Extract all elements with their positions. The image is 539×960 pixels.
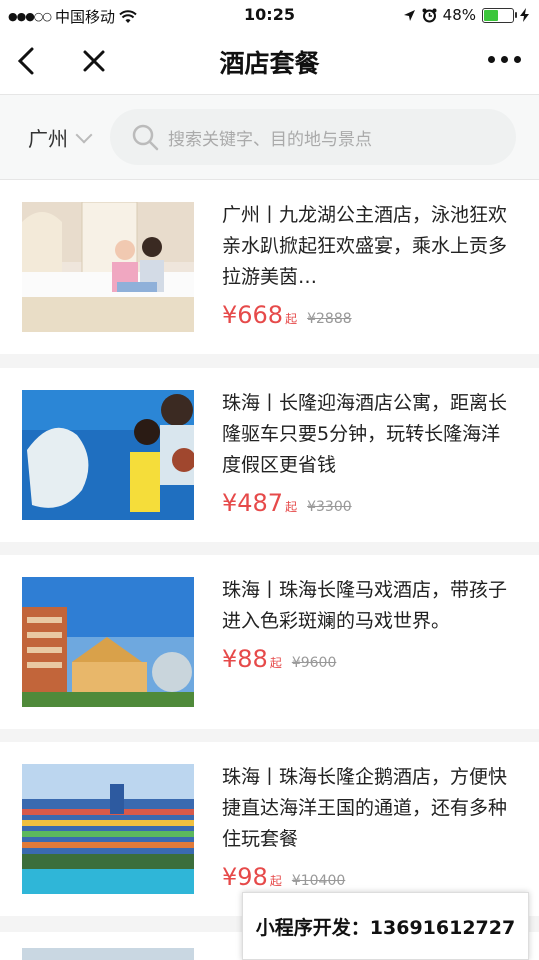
search-placeholder: 搜索关键字、目的地与景点 xyxy=(168,129,372,150)
battery-percent: 48% xyxy=(442,6,476,24)
circus-hotel-photo xyxy=(22,577,194,707)
watermark-banner: 小程序开发：13691612727 xyxy=(242,892,529,960)
more-options-icon[interactable] xyxy=(488,56,521,63)
aquarium-photo xyxy=(22,390,194,520)
city-selector[interactable]: 广州 xyxy=(28,123,93,152)
item-original-price: ¥10400 xyxy=(291,873,346,889)
item-original-price: ¥3300 xyxy=(307,499,352,515)
battery-level-fill xyxy=(484,9,499,21)
chevron-down-icon xyxy=(75,126,93,143)
list-item[interactable]: 珠海丨珠海长隆企鹅酒店，方便快捷直达海洋王国的通道，还有多种住玩套餐 ¥98 起… xyxy=(0,742,539,916)
list-item[interactable]: 珠海丨珠海长隆马戏酒店，带孩子进入色彩斑斓的马戏世界。 ¥88 起 ¥9600 xyxy=(0,555,539,729)
item-title: 珠海丨珠海长隆马戏酒店，带孩子进入色彩斑斓的马戏世界。 xyxy=(222,579,508,632)
price-suffix: 起 xyxy=(285,312,298,326)
page-title: 酒店套餐 xyxy=(219,49,320,78)
list-item[interactable]: 广州丨九龙湖公主酒店，泳池狂欢亲水趴掀起狂欢盛宴，乘水上贡多拉游美茵… ¥668… xyxy=(0,180,539,354)
list-item[interactable]: 珠海丨长隆迎海酒店公寓，距离长隆驱车只要5分钟，玩转长隆海洋度假区更省钱 ¥48… xyxy=(0,368,539,542)
city-label: 广州 xyxy=(28,127,68,151)
item-price: ¥98 xyxy=(222,863,268,891)
item-price: ¥88 xyxy=(222,645,268,673)
item-price: ¥487 xyxy=(222,489,284,517)
price-suffix: 起 xyxy=(269,656,282,670)
penguin-hotel-photo xyxy=(22,764,194,894)
alarm-clock-icon xyxy=(422,8,437,22)
search-input[interactable]: 搜索关键字、目的地与景点 xyxy=(110,109,516,165)
status-bar: ●●●○○ 中国移动 10:25 48% xyxy=(0,0,539,30)
hotel-room-photo xyxy=(22,202,194,332)
charging-bolt-icon xyxy=(520,8,529,22)
price-suffix: 起 xyxy=(269,874,282,888)
search-icon xyxy=(132,124,159,151)
location-arrow-icon xyxy=(403,9,415,21)
item-title: 珠海丨长隆迎海酒店公寓，距离长隆驱车只要5分钟，玩转长隆海洋度假区更省钱 xyxy=(222,392,508,476)
price-suffix: 起 xyxy=(285,500,298,514)
item-title: 广州丨九龙湖公主酒店，泳池狂欢亲水趴掀起狂欢盛宴，乘水上贡多拉游美茵… xyxy=(222,204,508,288)
item-price: ¥668 xyxy=(222,301,284,329)
item-original-price: ¥9600 xyxy=(291,655,337,671)
next-item-photo-peek xyxy=(22,948,194,960)
item-original-price: ¥2888 xyxy=(307,311,352,327)
battery-icon xyxy=(482,7,517,23)
item-title: 珠海丨珠海长隆企鹅酒店，方便快捷直达海洋王国的通道，还有多种住玩套餐 xyxy=(222,766,508,850)
navigation-bar: 酒店套餐 xyxy=(0,30,539,95)
filter-bar: 广州 搜索关键字、目的地与景点 xyxy=(0,95,539,180)
